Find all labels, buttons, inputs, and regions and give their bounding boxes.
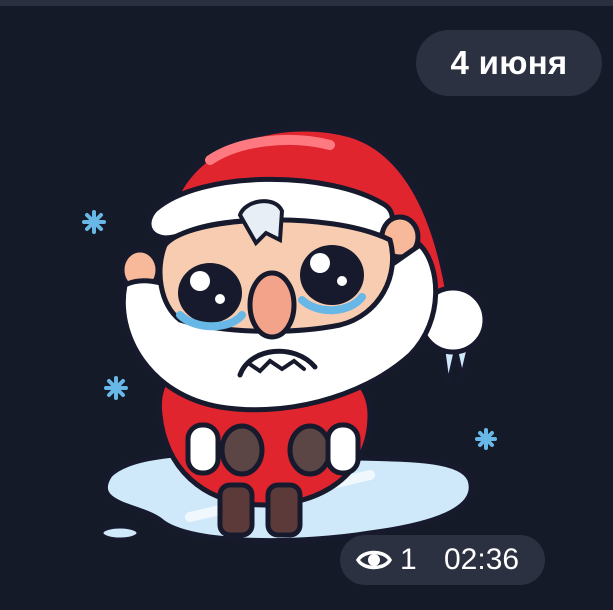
views-count: 1 xyxy=(400,543,417,576)
date-badge: 4 июня xyxy=(416,30,602,96)
message-meta-badge: 1 02:36 xyxy=(340,535,545,585)
chat-screen: 4 июня 1 02:36 xyxy=(0,0,613,610)
message-time: 02:36 xyxy=(444,543,520,576)
eye-icon xyxy=(356,550,392,570)
top-divider xyxy=(0,0,613,6)
crying-santa-sticker-icon[interactable] xyxy=(70,115,510,555)
